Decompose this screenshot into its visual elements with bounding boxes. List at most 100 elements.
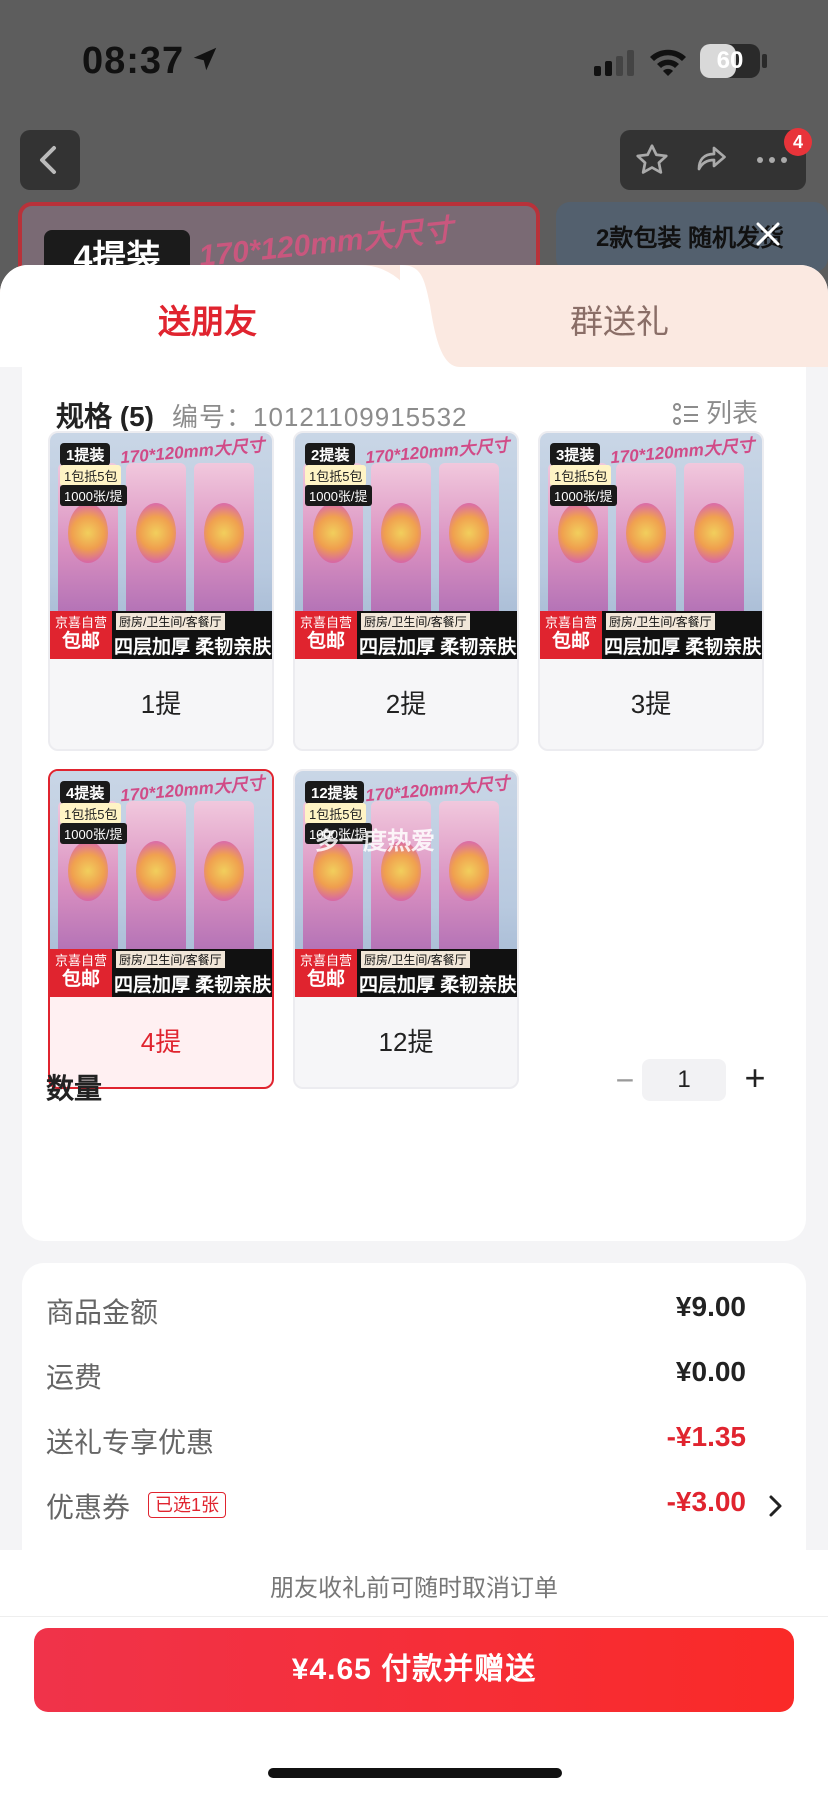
spec-option-label: 2提 xyxy=(385,689,427,719)
gift-discount-row: 送礼专享优惠 -¥1.35 xyxy=(46,1421,786,1461)
back-button[interactable] xyxy=(20,130,80,190)
spec-title: 规格 (5) xyxy=(56,401,155,432)
tissue-pack xyxy=(126,463,186,633)
rooms-text: 厨房/卫生间/客餐厅 xyxy=(606,613,715,630)
tab-bar: 送朋友 群送礼 xyxy=(0,265,828,367)
wifi-icon xyxy=(650,49,686,76)
battery-tip xyxy=(762,54,767,68)
product-thumbnail: 170*120mm大尺寸 3提装 1包抵5包 1000张/提 京喜自营 包邮 厨房/卫生间/… xyxy=(540,433,762,659)
quantity-title: 数量 xyxy=(46,1073,103,1104)
shipping-label: 运费 xyxy=(46,1362,103,1393)
spec-option[interactable]: 170*120mm大尺寸 3提装 1包抵5包 1000张/提 京喜自营 包邮 厨房/卫生间/… xyxy=(538,431,764,751)
spec-option[interactable]: 170*120mm大尺寸 12提装 1包抵5包 1000张/提 多一度热爱 京喜自营 包邮厨… xyxy=(293,769,519,1089)
list-view-toggle[interactable]: 列表 xyxy=(672,393,758,430)
pack-tag: 2提装 xyxy=(305,443,356,466)
jd-bottom: 包邮 xyxy=(551,631,590,652)
rooms-text: 厨房/卫生间/客餐厅 xyxy=(116,613,225,630)
product-thumbnail: 170*120mm大尺寸 12提装 1包抵5包 1000张/提 多一度热爱 京喜自营 包邮厨… xyxy=(295,771,517,997)
sheets-tag: 1000张/提 xyxy=(550,485,617,506)
home-indicator xyxy=(268,1768,562,1778)
slogan-text: 四层加厚 柔韧亲肤 xyxy=(114,975,272,996)
product-code: 编号：10121109915532 xyxy=(172,402,468,432)
tissue-pack xyxy=(439,463,499,633)
jd-badge: 京喜自营 包邮 xyxy=(540,611,602,659)
pack-info-tag: 1包抵5包 xyxy=(60,803,122,824)
status-bar: 08:37 60 xyxy=(0,0,828,120)
pack-tag: 1提装 xyxy=(60,443,111,466)
tissue-pack xyxy=(194,801,254,971)
jd-top: 京喜自营 xyxy=(299,953,352,968)
tab-send-friend-label[interactable]: 送朋友 xyxy=(158,295,257,343)
rooms-text: 厨房/卫生间/客餐厅 xyxy=(116,951,225,968)
jd-badge: 京喜自营 包邮 xyxy=(50,611,112,659)
jd-bottom: 包邮 xyxy=(306,969,345,990)
jd-top: 京喜自营 xyxy=(54,615,107,630)
quantity-decrease-button[interactable]: − xyxy=(610,1064,640,1097)
share-icon[interactable] xyxy=(692,142,730,178)
tab-group-gift-label[interactable]: 群送礼 xyxy=(570,295,669,343)
pack-tag: 3提装 xyxy=(550,443,601,466)
gift-discount-label: 送礼专享优惠 xyxy=(46,1427,215,1458)
pack-info-tag: 1包抵5包 xyxy=(60,465,122,486)
spec-option[interactable]: 170*120mm大尺寸 1提装 1包抵5包 1000张/提 京喜自营 包邮 厨房/卫生间/… xyxy=(48,431,274,751)
spec-option-label: 3提 xyxy=(630,689,672,719)
close-icon[interactable] xyxy=(750,216,786,252)
tissue-pack xyxy=(684,463,744,633)
footer: 朋友收礼前可随时取消订单 ¥4.65 付款并赠送 xyxy=(0,1550,828,1796)
rooms-text: 厨房/卫生间/客餐厅 xyxy=(361,951,470,968)
product-thumbnail: 170*120mm大尺寸 1提装 1包抵5包 1000张/提 京喜自营 包邮 厨房/卫生间/… xyxy=(50,433,272,659)
pack-info-tag: 1包抵5包 xyxy=(550,465,612,486)
tissue-pack xyxy=(616,463,676,633)
slogan-text: 四层加厚 柔韧亲肤 xyxy=(604,637,762,658)
spec-option-label: 1提 xyxy=(140,689,182,719)
spec-option[interactable]: 170*120mm大尺寸 2提装 1包抵5包 1000张/提 京喜自营 包邮 厨房/卫生间/… xyxy=(293,431,519,751)
list-label: 列表 xyxy=(706,398,759,428)
rooms-text: 厨房/卫生间/客餐厅 xyxy=(361,613,470,630)
location-arrow-icon xyxy=(193,47,217,71)
shipping-row: 运费 ¥0.00 xyxy=(46,1356,786,1396)
goods-amount-value: ¥9.00 xyxy=(675,1291,746,1322)
price-summary: 商品金额 ¥9.00 运费 ¥0.00 送礼专享优惠 -¥1.35 优惠券 已选… xyxy=(22,1263,806,1583)
slogan-text: 四层加厚 柔韧亲肤 xyxy=(114,637,272,658)
list-icon xyxy=(673,403,698,426)
pack-info-tag: 1包抵5包 xyxy=(305,465,367,486)
chevron-left-icon xyxy=(40,146,56,174)
jd-top: 京喜自营 xyxy=(54,953,107,968)
nav-actions xyxy=(620,130,806,190)
spec-card: 规格 (5) 编号：10121109915532 列表 170*120mm大尺寸… xyxy=(22,367,806,1241)
quantity-increase-button[interactable]: + xyxy=(738,1060,772,1097)
jd-bottom: 包邮 xyxy=(61,969,100,990)
chevron-right-icon[interactable] xyxy=(764,1492,786,1520)
pack-tag: 12提装 xyxy=(305,781,364,804)
jd-badge: 京喜自营 包邮 xyxy=(50,949,112,997)
pack-tag: 4提装 xyxy=(60,781,111,804)
jd-top: 京喜自营 xyxy=(544,615,597,630)
star-icon[interactable] xyxy=(634,142,670,178)
sheets-tag: 1000张/提 xyxy=(305,485,372,506)
cancel-note: 朋友收礼前可随时取消订单 xyxy=(270,1575,558,1602)
cellular-signal-icon xyxy=(594,50,634,76)
screen: 08:37 60 4 4提装 170*120mm大尺寸 2款包装 随机发货 送朋… xyxy=(0,0,828,1796)
product-thumbnail: 170*120mm大尺寸 2提装 1包抵5包 1000张/提 京喜自营 包邮 厨房/卫生间/… xyxy=(295,433,517,659)
notification-badge: 4 xyxy=(784,128,812,156)
coupon-row[interactable]: 优惠券 已选1张 -¥3.00 xyxy=(46,1486,786,1526)
tab-curve xyxy=(400,265,460,367)
gift-sheet: 送朋友 群送礼 规格 (5) 编号：10121109915532 列表 170*… xyxy=(0,265,828,1796)
sheets-tag: 1000张/提 xyxy=(60,823,127,844)
tissue-pack xyxy=(194,463,254,633)
coupon-value: -¥3.00 xyxy=(666,1486,746,1517)
slogan-text: 四层加厚 柔韧亲肤 xyxy=(359,637,517,658)
jd-badge: 京喜自营 包邮 xyxy=(295,611,357,659)
goods-amount-row: 商品金额 ¥9.00 xyxy=(46,1291,786,1331)
coupon-label: 优惠券 xyxy=(46,1492,131,1523)
jd-bottom: 包邮 xyxy=(306,631,345,652)
divider xyxy=(0,1616,828,1617)
spec-option[interactable]: 170*120mm大尺寸 4提装 1包抵5包 1000张/提 京喜自营 包邮 厨房/卫生间/… xyxy=(48,769,274,1089)
gift-discount-value: -¥1.35 xyxy=(666,1421,746,1452)
quantity-input[interactable]: 1 xyxy=(642,1059,726,1101)
pay-and-gift-button[interactable]: ¥4.65 付款并赠送 xyxy=(34,1628,794,1712)
tissue-pack xyxy=(126,801,186,971)
watermark-text: 多一度热爱 xyxy=(315,828,435,855)
tissue-pack xyxy=(439,801,499,971)
tissue-pack xyxy=(371,463,431,633)
